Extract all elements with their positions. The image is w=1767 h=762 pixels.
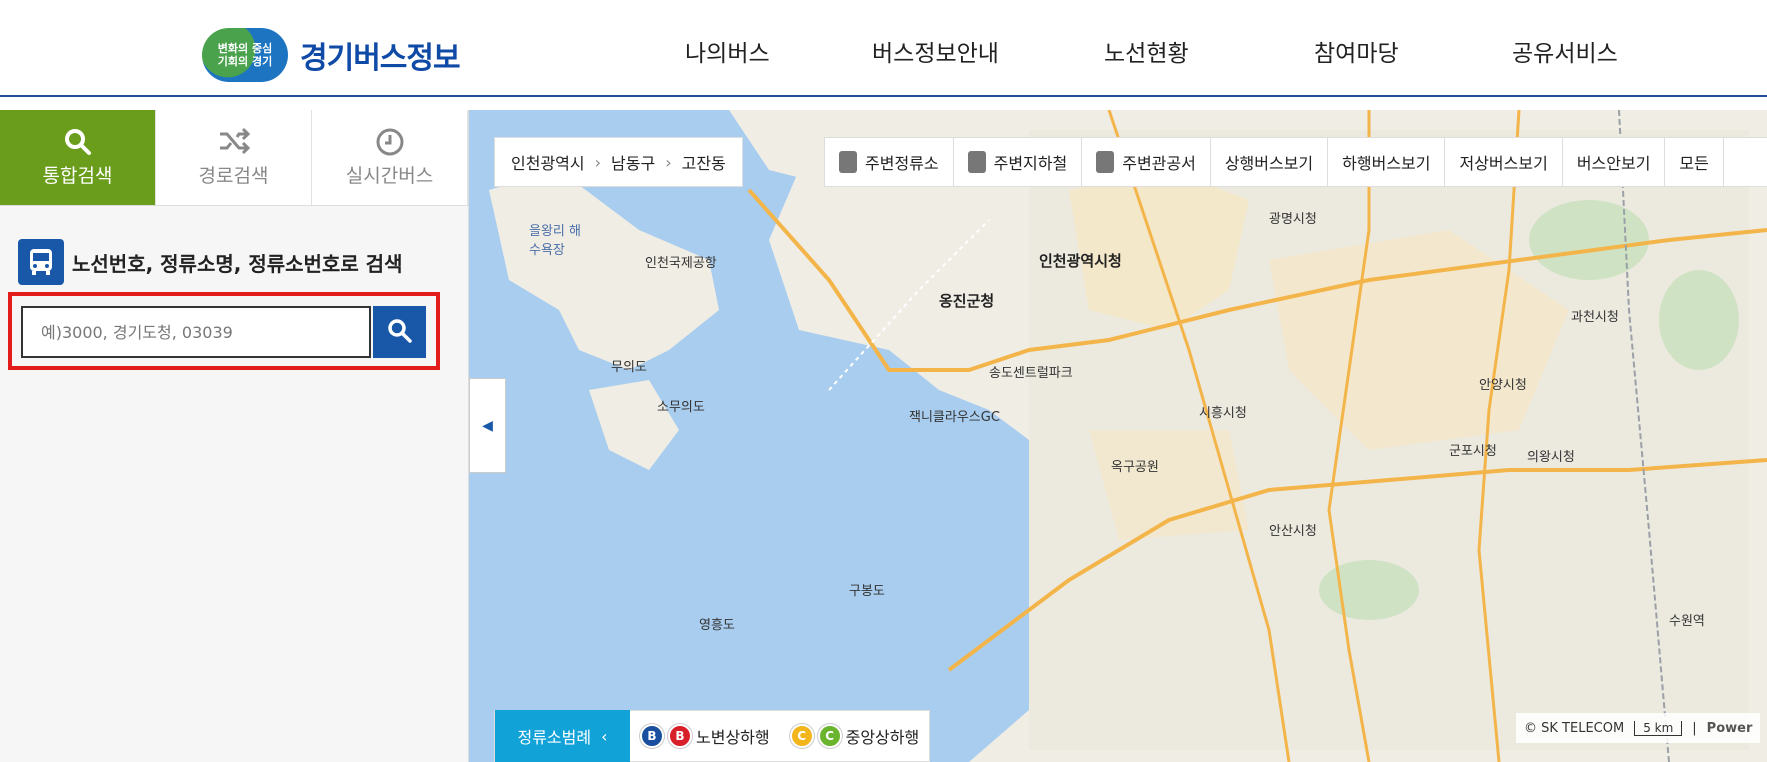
breadcrumb-item[interactable]: 남동구: [611, 150, 655, 174]
tool-label: 주변관공서: [1122, 154, 1196, 173]
logo-badge: 변화의 중심 기회의 경기: [202, 28, 288, 82]
chevron-right-icon: ›: [665, 152, 672, 172]
collapse-sidebar-button[interactable]: ◀: [469, 378, 506, 473]
map-label: 인천광역시청: [1039, 252, 1122, 270]
site-header: 변화의 중심 기회의 경기 경기버스정보 나의버스 버스정보안내 노선현황 참여…: [0, 0, 1767, 97]
map-toolbar: 주변정류소 주변지하철 주변관공서 상행버스보기 하행버스보기 저상버스보기 버…: [824, 137, 1767, 187]
bus-stop-icon: [839, 151, 857, 173]
map-label: 시흥시청: [1199, 406, 1247, 421]
subway-icon: [967, 151, 986, 173]
nearby-subway-button[interactable]: 주변지하철: [954, 137, 1083, 187]
tool-label: 주변지하철: [993, 154, 1068, 173]
tab-route-search[interactable]: 경로검색: [156, 110, 312, 205]
breadcrumb-item[interactable]: 고잔동: [682, 150, 726, 174]
chevron-right-icon: ›: [594, 152, 602, 172]
map-label: 군포시청: [1449, 444, 1497, 459]
map-label: 영흥도: [699, 618, 735, 633]
breadcrumb-item[interactable]: 인천광역시: [511, 150, 585, 174]
search-heading-text: 노선번호, 정류소명, 정류소번호로 검색: [72, 251, 403, 276]
breadcrumb: 인천광역시 › 남동구 › 고잔동: [494, 137, 743, 187]
map-label: 안산시청: [1269, 524, 1317, 539]
legend-label: 중앙상하행: [845, 728, 920, 747]
tool-label: 모든: [1679, 154, 1709, 173]
show-lowfloor-bus-button[interactable]: 저상버스보기: [1445, 137, 1563, 187]
search-tabs: 통합검색 경로검색 실시간버스: [0, 110, 468, 206]
map-label: 잭니클라우스GC: [909, 410, 1000, 425]
map-label: 옹진군청: [939, 292, 995, 310]
site-logo[interactable]: 변화의 중심 기회의 경기 경기버스정보: [202, 28, 461, 82]
legend-median: C C 중앙상하행: [780, 724, 930, 748]
legend-label: 노변상하행: [696, 728, 770, 747]
map-label: 과천시청: [1571, 310, 1619, 325]
logo-text: 경기버스정보: [300, 41, 461, 76]
legend-roadside: B B 노변상하행: [630, 724, 780, 748]
search-box-highlight: [8, 292, 440, 370]
tab-label: 실시간버스: [345, 165, 434, 187]
nav-route-status[interactable]: 노선현황: [1104, 34, 1189, 68]
nav-my-bus[interactable]: 나의버스: [685, 34, 770, 68]
logo-badge-line1: 변화의 중심: [217, 42, 273, 55]
tool-label: 버스안보기: [1576, 154, 1651, 173]
hide-bus-button[interactable]: 버스안보기: [1563, 137, 1666, 187]
map-label: 인천국제공항: [645, 256, 717, 271]
search-heading: 노선번호, 정류소명, 정류소번호로 검색: [18, 239, 402, 285]
bus-icon: [18, 239, 64, 285]
nav-shared-services[interactable]: 공유서비스: [1512, 34, 1618, 68]
powered-text: Power: [1706, 720, 1753, 736]
tab-realtime-bus[interactable]: 실시간버스: [312, 110, 468, 205]
chevron-left-icon: ‹: [601, 726, 608, 746]
search-icon: [63, 127, 93, 161]
badge-b-red-icon: B: [668, 724, 692, 748]
tab-label: 통합검색: [42, 165, 113, 187]
building-icon: [1096, 151, 1115, 173]
badge-c-green-icon: C: [817, 724, 842, 748]
stop-legend: 정류소범례 ‹ B B 노변상하행 C C 중앙상하행: [494, 710, 931, 762]
logo-badge-line2: 기회의 경기: [217, 55, 273, 68]
copyright-text: © SK TELECOM: [1524, 720, 1625, 736]
tool-label: 저상버스보기: [1459, 154, 1548, 173]
chevron-left-icon: ◀: [482, 417, 493, 434]
map-scale: 5 km: [1634, 720, 1683, 736]
nav-participation[interactable]: 참여마당: [1314, 34, 1399, 68]
badge-b-blue-icon: B: [640, 724, 664, 748]
tool-label: 주변정류소: [865, 154, 939, 173]
map-label: 옥구공원: [1111, 460, 1159, 475]
map-label: 무의도: [611, 360, 647, 375]
search-icon: [387, 318, 413, 347]
map-base: [469, 110, 1767, 762]
clock-icon: [375, 127, 405, 161]
legend-button-label: 정류소범례: [517, 728, 592, 747]
show-all-button[interactable]: 모든: [1665, 137, 1724, 187]
show-upbound-bus-button[interactable]: 상행버스보기: [1211, 137, 1329, 187]
map-label: 수원역: [1669, 614, 1705, 629]
tool-label: 상행버스보기: [1224, 154, 1314, 173]
stop-legend-toggle[interactable]: 정류소범례 ‹: [495, 710, 630, 762]
search-sidebar: 통합검색 경로검색 실시간버스 노선번호, 정류소명, 정류소번호로 검색: [0, 110, 469, 762]
nav-bus-info[interactable]: 버스정보안내: [872, 34, 999, 68]
map-label: 구봉도: [849, 584, 885, 599]
map-label: 송도센트럴파크: [989, 366, 1073, 381]
tab-integrated-search[interactable]: 통합검색: [0, 110, 156, 205]
map-label: 소무의도: [657, 400, 705, 415]
show-downbound-bus-button[interactable]: 하행버스보기: [1328, 137, 1446, 187]
map-label: 의왕시청: [1527, 450, 1575, 465]
search-input[interactable]: [21, 306, 371, 358]
search-button[interactable]: [373, 306, 426, 358]
shuffle-icon: [218, 127, 250, 161]
map-label: 을왕리 해수욕장: [529, 224, 581, 258]
map-copyright: © SK TELECOM 5 km | Power: [1516, 713, 1761, 743]
nearby-offices-button[interactable]: 주변관공서: [1082, 137, 1211, 187]
map-label: 광명시청: [1269, 212, 1317, 227]
nearby-stops-button[interactable]: 주변정류소: [825, 137, 954, 187]
separator: |: [1692, 720, 1697, 736]
badge-c-yellow-icon: C: [789, 724, 814, 748]
tab-label: 경로검색: [198, 165, 269, 187]
tool-label: 하행버스보기: [1342, 154, 1431, 173]
map-view[interactable]: 인천광역시청 옹진군청 광명시청 시흥시청 안산시청 군포시청 안양시청 과천시…: [469, 110, 1767, 762]
map-label: 안양시청: [1479, 378, 1527, 393]
